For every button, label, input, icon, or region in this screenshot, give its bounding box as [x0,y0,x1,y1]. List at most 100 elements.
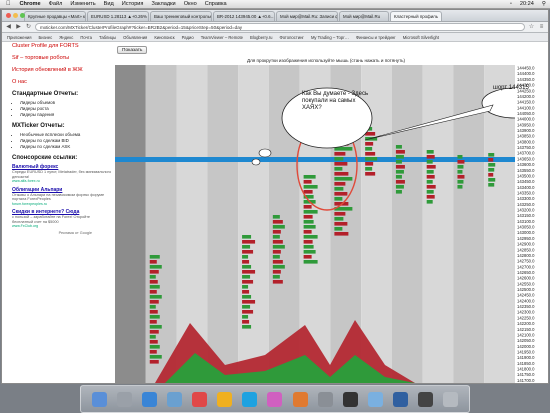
ad-url[interactable]: www.FxClub.org [12,224,112,228]
cluster-bar [242,305,251,309]
quicktime-icon[interactable] [392,391,408,407]
mail-icon[interactable] [167,391,183,407]
ad-url[interactable]: forum.forexpeoples.ru [12,202,112,206]
reload-icon[interactable]: ↻ [25,24,32,31]
bookmark-item[interactable]: Microsoft Silverlight [403,33,439,41]
bookmark-item[interactable]: Яндекс [59,33,73,41]
ad-text: Спреды EURUSD 1 пункт, Metatrader, без м… [12,170,112,179]
link-cluster-forts[interactable]: Cluster Profile для FORTS [12,43,112,49]
tab-1[interactable]: Крупные продавцы «Mart» купе… [24,11,86,21]
bookmark-item[interactable]: Финансы и трейдинг [356,33,396,41]
menu-help[interactable]: Справка [201,0,231,8]
chart-column-stripe [115,65,146,383]
forward-icon[interactable]: ▶ [15,24,22,31]
chrome-icon[interactable] [217,391,233,407]
settings-icon[interactable] [317,391,333,407]
launchpad-icon[interactable] [117,391,133,407]
bookmark-item[interactable]: Радио [182,33,194,41]
thought-bubble-dot [258,148,272,158]
cluster-bar [334,192,348,196]
minimize-window-icon[interactable] [13,13,18,18]
level-highlight-bar [115,157,515,162]
cluster-bar [426,175,435,179]
price-axis-label: 143350.0 [517,190,535,195]
cluster-bar [242,260,250,264]
price-axis-label: 143750.0 [517,145,535,150]
std-report-item[interactable]: Лидеры падения [20,112,112,117]
close-window-icon[interactable] [6,13,11,18]
cluster-bar [149,260,157,264]
back-icon[interactable]: ◀ [5,24,12,31]
bookmark-item[interactable]: TeamViewer – Remote [201,33,243,41]
bookmark-item[interactable]: My Trading – Торг… [311,33,349,41]
std-report-item[interactable]: Лидеры роста [20,106,112,111]
tab-4[interactable]: BR-2012 143945.00 ▲+0.6… [213,11,275,21]
terminal-icon[interactable] [342,391,358,407]
preview-icon[interactable] [367,391,383,407]
cluster-bar [488,173,494,177]
bookmark-item[interactable]: Бизнес [39,33,53,41]
tab-2[interactable]: EURUSD 1.28113 ▲+0.26% [87,11,149,21]
bookmark-item[interactable]: Приложения [7,33,32,41]
menu-window[interactable]: Окно [180,0,201,8]
cluster-bar [457,180,464,184]
spotlight-icon[interactable]: ⚲ [538,0,550,8]
bookmark-item[interactable]: Таблицы [99,33,116,41]
tab-3[interactable]: Ваш тренинговый контрольн… [150,11,212,21]
price-axis-label: 144100.0 [517,105,535,110]
cluster-bar [242,270,256,274]
cluster-profile-chart[interactable]: 144450.0144400.0144350.0144300.0144250.0… [115,65,548,383]
tab-5[interactable]: Мой мир@Mail.Ru: Записи ф… [276,11,338,21]
link-history-lj[interactable]: История обновлений в ЖЖ [12,67,112,73]
menu-bookmarks[interactable]: Закладки [147,0,179,8]
mx-report-item[interactable]: Лидеры по сделкам ASK [20,144,112,149]
calendar-icon[interactable] [192,391,208,407]
app-menu[interactable]: Chrome [16,0,45,8]
link-sif-robots[interactable]: Sif – торговые роботы [12,55,112,61]
mx-report-item[interactable]: Необычные всплески объема [20,132,112,137]
finder-icon[interactable] [92,391,108,407]
trash-icon[interactable] [442,391,458,407]
menu-edit[interactable]: Изменить [66,0,99,8]
price-axis-label: 142350.0 [517,304,535,309]
wifi-icon[interactable]: ▫ [506,0,516,8]
price-axis-label: 143450.0 [517,179,535,184]
cluster-bar [395,150,405,154]
bookmark-item[interactable]: Фотопостинг [280,33,304,41]
safari-icon[interactable] [142,391,158,407]
cluster-bar [303,180,312,184]
zoom-window-icon[interactable] [20,13,25,18]
bookmark-item[interactable]: Почта [80,33,92,41]
price-axis-label: 143900.0 [517,128,535,133]
menu-view[interactable]: Вид [100,0,118,8]
star-icon[interactable]: ☆ [528,24,535,31]
menu-file[interactable]: Файл [45,0,67,8]
itunes-icon[interactable] [267,391,283,407]
bookmark-item[interactable]: Кинопоиск [154,33,174,41]
std-report-item[interactable]: Лидеры объемов [20,100,112,105]
price-axis-label: 142250.0 [517,315,535,320]
menu-history[interactable]: История [118,0,148,8]
cluster-bar [426,185,436,189]
photos-icon[interactable] [292,391,308,407]
url-field[interactable]: mxticker.com/MXTicker/ClusterProfileGrap… [35,23,525,31]
clock[interactable]: 20:24 [516,0,538,8]
cluster-bar [303,260,318,264]
cluster-bar [488,163,496,167]
show-button[interactable]: Показать [117,46,148,54]
menu-icon[interactable]: ≡ [538,24,545,31]
bookmark-item[interactable]: Blogberry.ru [250,33,273,41]
link-about[interactable]: О нас [12,79,112,85]
cluster-bar [365,147,373,151]
cluster-bar [457,170,463,174]
ad-url[interactable]: www.alfa-forex.ru [12,179,112,183]
apple-menu-icon[interactable]:  [0,0,16,8]
tab-active[interactable]: Кластерный профиль [390,11,443,21]
dashboard-icon[interactable] [417,391,433,407]
price-axis-label: 143250.0 [517,202,535,207]
cluster-bar [149,340,158,344]
tab-6[interactable]: Мой мир@Mail.Ru [339,11,389,21]
bookmark-item[interactable]: Объявления [123,33,147,41]
mx-report-item[interactable]: Лидеры по сделкам BID [20,138,112,143]
skype-icon[interactable] [242,391,258,407]
